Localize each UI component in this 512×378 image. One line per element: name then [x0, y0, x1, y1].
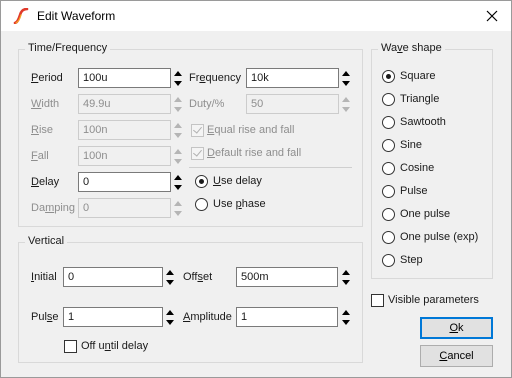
rise-label: Rise: [31, 124, 54, 136]
close-icon[interactable]: [481, 6, 503, 26]
initial-input[interactable]: 0: [63, 267, 163, 287]
wave-shape-radio-pulse[interactable]: [382, 185, 395, 198]
pulse-spinner[interactable]: [164, 307, 175, 327]
period-input[interactable]: 100u: [78, 68, 171, 88]
duty-label: Duty/%: [189, 98, 225, 110]
rise-input: 100n: [78, 120, 171, 140]
offset-label: Offset: [183, 271, 213, 283]
damping-spinner: [172, 198, 183, 218]
pulse-input[interactable]: 1: [63, 307, 163, 327]
use-delay-label: Use delay: [213, 175, 262, 187]
wave-shape-label-cosine: Cosine: [400, 162, 435, 174]
damping-label: Damping: [31, 202, 76, 214]
wave-shape-radio-cosine[interactable]: [382, 162, 395, 175]
amplitude-label: Amplitude: [183, 311, 232, 323]
offset-input[interactable]: 500m: [236, 267, 338, 287]
edit-waveform-dialog: Edit Waveform Time/Frequency Period 100u…: [0, 0, 512, 378]
initial-label: Initial: [31, 271, 57, 283]
wave-shape-label-one-pulse-exp: One pulse (exp): [400, 231, 479, 243]
width-label: Width: [31, 98, 60, 110]
wave-shape-radio-one-pulse-exp[interactable]: [382, 231, 395, 244]
use-phase-label: Use phase: [213, 198, 266, 210]
equal-rise-fall-label: Equal rise and fall: [207, 124, 295, 136]
wave-shape-label-pulse: Pulse: [400, 185, 428, 197]
visible-parameters-checkbox[interactable]: [371, 294, 384, 307]
wave-shape-label-step: Step: [400, 254, 423, 266]
width-input: 49.9u: [78, 94, 171, 114]
wave-shape-radio-triangle[interactable]: [382, 93, 395, 106]
period-spinner[interactable]: [172, 68, 183, 88]
wave-shape-radio-one-pulse[interactable]: [382, 208, 395, 221]
delay-label: Delay: [31, 176, 60, 188]
fall-input: 100n: [78, 146, 171, 166]
fall-label: Fall: [31, 150, 49, 162]
default-rise-fall-checkbox: [191, 147, 204, 160]
damping-input: 0: [78, 198, 171, 218]
delay-input[interactable]: 0: [78, 172, 171, 192]
pulse-label: Pulse: [31, 311, 59, 323]
period-label: Period: [31, 72, 63, 84]
wave-shape-label-square: Square: [400, 70, 436, 82]
fall-spinner: [172, 146, 183, 166]
time-frequency-title: Time/Frequency: [25, 42, 111, 54]
off-until-delay-checkbox[interactable]: [64, 340, 77, 353]
width-spinner: [172, 94, 183, 114]
window-title: Edit Waveform: [37, 9, 116, 23]
wave-shape-title: Wave shape: [378, 42, 445, 54]
default-rise-fall-label: Default rise and fall: [207, 147, 302, 159]
wave-shape-radio-sine[interactable]: [382, 139, 395, 152]
duty-input: 50: [246, 94, 339, 114]
delay-phase-separator: [189, 167, 352, 168]
frequency-label: Frequency: [189, 72, 241, 84]
offset-spinner[interactable]: [340, 267, 351, 287]
wave-shape-label-one-pulse: One pulse: [400, 208, 451, 220]
wave-shape-radio-sawtooth[interactable]: [382, 116, 395, 129]
wave-shape-label-triangle: Triangle: [400, 93, 440, 105]
wave-shape-label-sine: Sine: [400, 139, 423, 151]
amplitude-spinner[interactable]: [340, 307, 351, 327]
ok-button[interactable]: Ok: [420, 317, 493, 339]
use-phase-radio[interactable]: [195, 198, 208, 211]
equal-rise-fall-checkbox: [191, 124, 204, 137]
rise-spinner: [172, 120, 183, 140]
radio-selected-dot: [386, 74, 391, 79]
vertical-title: Vertical: [25, 235, 68, 247]
wave-shape-radio-square[interactable]: [382, 70, 395, 83]
frequency-spinner[interactable]: [340, 68, 351, 88]
cancel-button[interactable]: Cancel: [420, 345, 493, 367]
frequency-input[interactable]: 10k: [246, 68, 339, 88]
visible-parameters-label: Visible parameters: [388, 294, 479, 306]
wave-shape-label-sawtooth: Sawtooth: [400, 116, 446, 128]
amplitude-input[interactable]: 1: [236, 307, 338, 327]
off-until-delay-label: Off until delay: [81, 340, 149, 352]
duty-spinner: [340, 94, 351, 114]
wave-shape-radio-step[interactable]: [382, 254, 395, 267]
use-delay-radio[interactable]: [195, 175, 208, 188]
delay-spinner[interactable]: [172, 172, 183, 192]
title-bar: Edit Waveform: [1, 1, 511, 31]
waveform-app-icon: [13, 7, 29, 25]
initial-spinner[interactable]: [164, 267, 175, 287]
